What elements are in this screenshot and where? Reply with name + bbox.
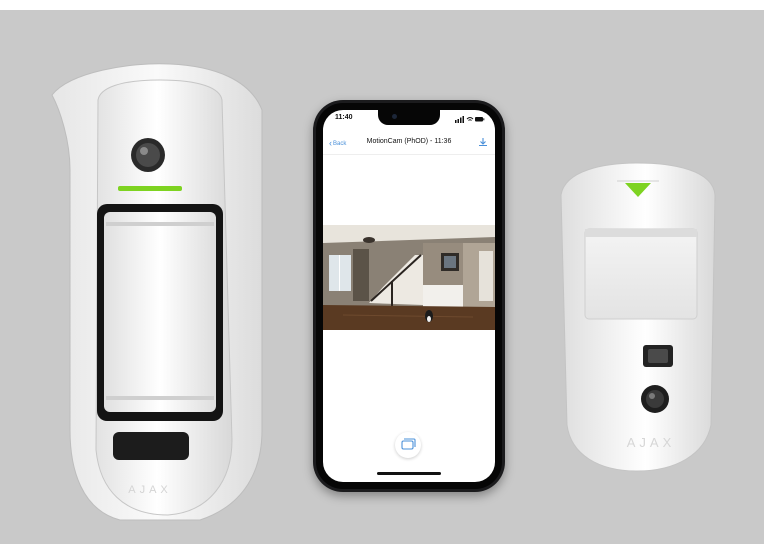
front-camera — [392, 114, 397, 119]
indoor-motion-camera: AJAX — [560, 162, 716, 472]
download-icon[interactable] — [478, 137, 488, 147]
product-photo: AJAX 11:40 ‹Back MotionCam (PhOD) - 11:3… — [0, 0, 764, 544]
outdoor-motion-camera: AJAX — [51, 63, 263, 521]
home-indicator — [377, 472, 441, 475]
app-nav-bar: ‹Back MotionCam (PhOD) - 11:36 — [323, 132, 495, 155]
gallery-icon[interactable] — [395, 432, 421, 458]
status-time: 11:40 — [335, 114, 353, 121]
phone-screen: 11:40 ‹Back MotionCam (PhOD) - 11:36 — [323, 110, 495, 482]
right-brand-logo: AJAX — [627, 435, 676, 450]
captured-snapshot[interactable] — [323, 225, 495, 330]
nav-title: MotionCam (PhOD) - 11:36 — [366, 138, 452, 145]
smartphone: 11:40 ‹Back MotionCam (PhOD) - 11:36 — [313, 100, 505, 492]
system-status-icons — [455, 116, 485, 123]
phone-notch — [378, 110, 440, 125]
left-brand-logo: AJAX — [128, 484, 172, 496]
